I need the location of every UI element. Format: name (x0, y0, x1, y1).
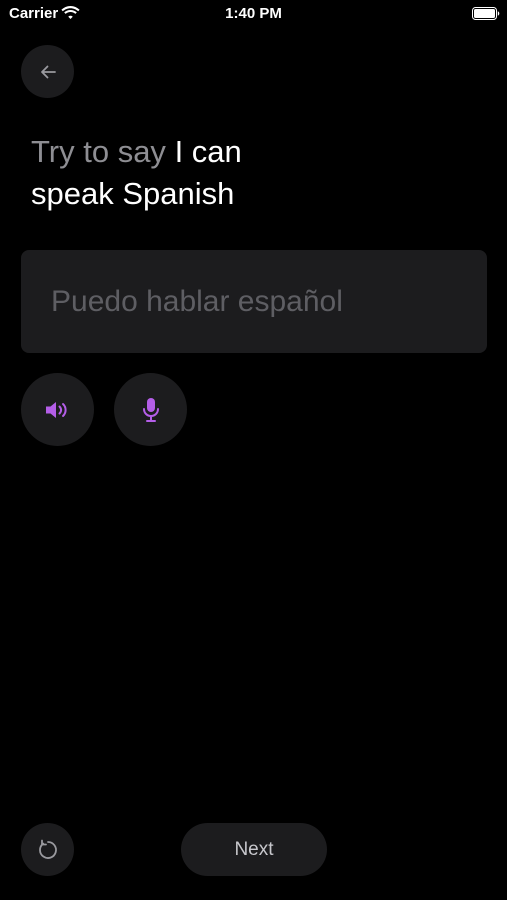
speaker-icon (45, 401, 67, 418)
restart-button[interactable] (21, 823, 74, 876)
answer-field[interactable]: Puedo hablar español (21, 250, 487, 353)
record-button[interactable] (114, 373, 187, 446)
status-bar: Carrier 1:40 PM (0, 0, 507, 28)
back-button[interactable] (21, 45, 74, 98)
clock-time: 1:40 PM (225, 5, 282, 22)
arrow-left-icon (40, 65, 56, 78)
play-audio-button[interactable] (21, 373, 94, 446)
answer-placeholder: Puedo hablar español (51, 284, 343, 318)
restart-icon (38, 839, 57, 859)
next-button[interactable]: Next (181, 823, 327, 876)
microphone-icon (142, 397, 159, 422)
battery-icon (472, 7, 500, 20)
prompt-lead: Try to say (31, 134, 166, 169)
prompt-heading: Try to say I can speak Spanish (31, 131, 331, 215)
next-label: Next (234, 838, 274, 860)
